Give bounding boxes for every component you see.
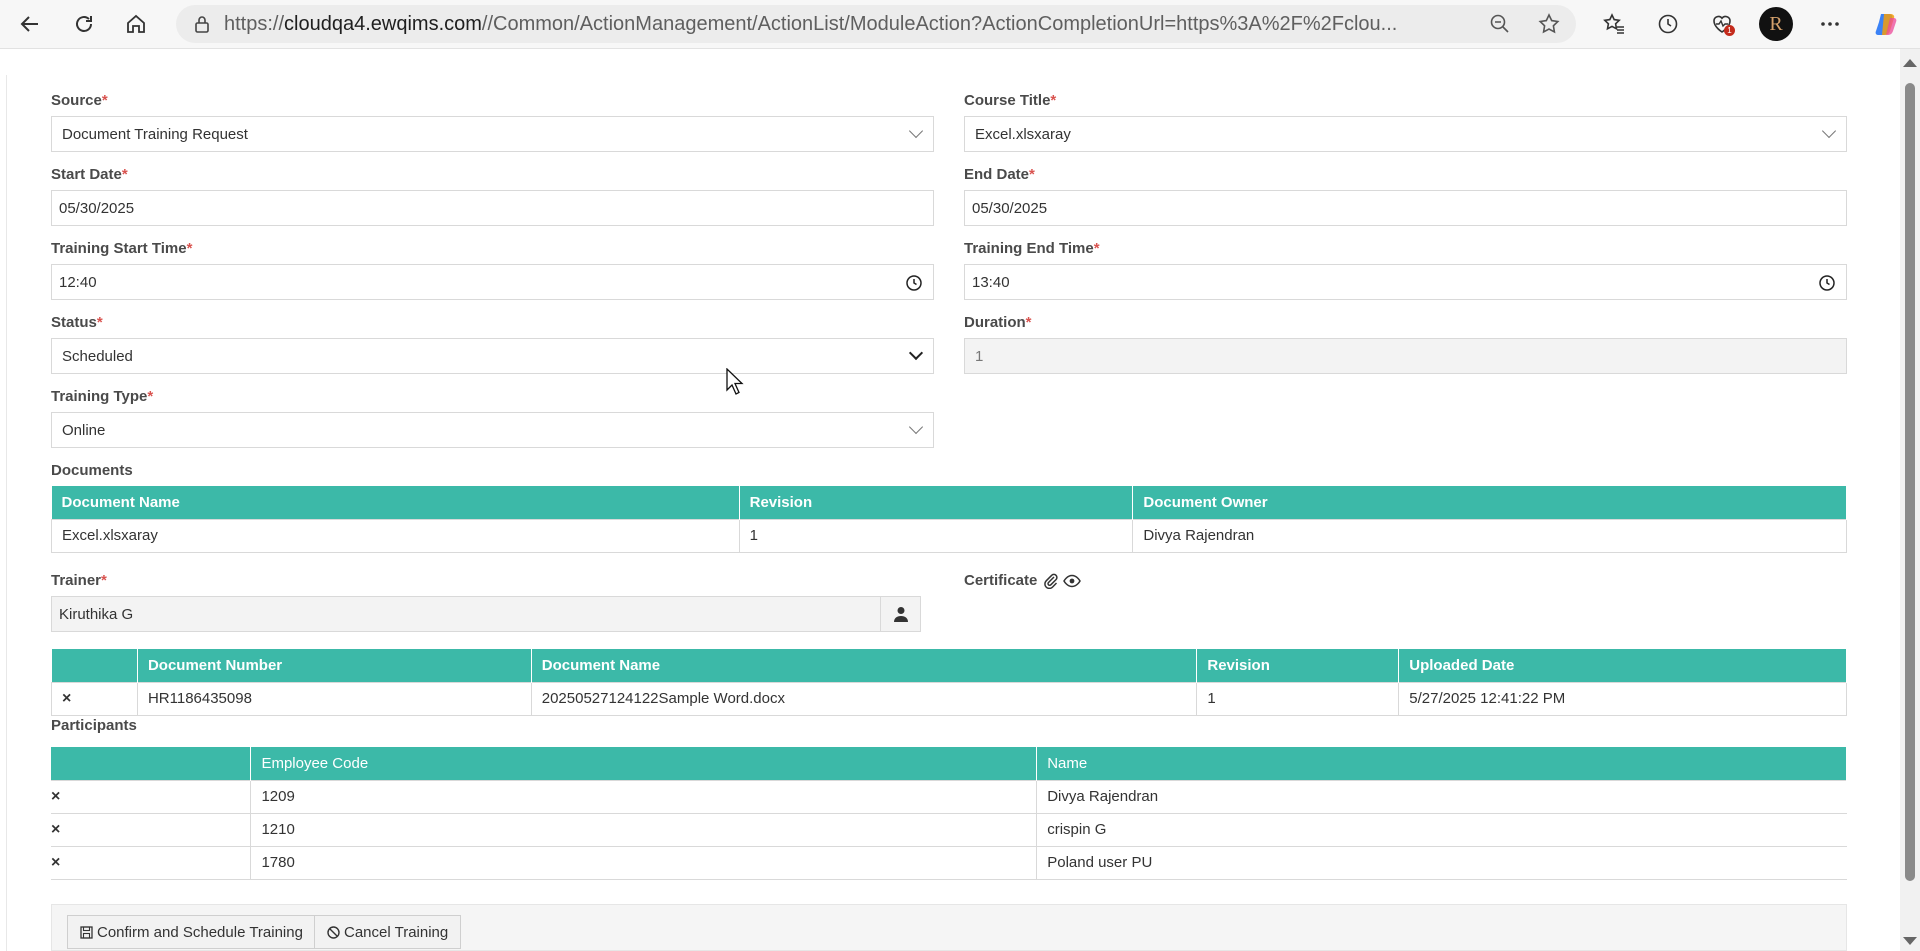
source-select[interactable]: Document Training Request xyxy=(51,116,934,152)
start-date-input[interactable]: 05/30/2025 xyxy=(51,190,934,226)
status-select[interactable]: Scheduled xyxy=(51,338,934,374)
training-end-time-label: Training End Time* xyxy=(964,240,1100,257)
column-header: Revision xyxy=(1196,649,1400,682)
health-icon[interactable]: 1 xyxy=(1704,6,1740,42)
select-trainer-button[interactable] xyxy=(880,596,921,632)
duration-input[interactable]: 1 xyxy=(964,338,1847,374)
notification-badge: 1 xyxy=(1724,25,1735,36)
table-row: × 1209 Divya Rajendran xyxy=(51,779,1847,814)
document-number-link[interactable]: HR1186435098 xyxy=(136,681,532,716)
training-start-time-input[interactable]: 12:40 xyxy=(51,264,934,300)
back-arrow-icon[interactable] xyxy=(12,6,48,42)
favorite-star-icon[interactable] xyxy=(1531,6,1567,42)
revision-cell: 1 xyxy=(1196,681,1400,716)
more-menu-icon[interactable] xyxy=(1812,6,1848,42)
training-type-label: Training Type* xyxy=(51,388,154,405)
eye-icon[interactable] xyxy=(1063,573,1082,589)
revision-cell: 1 xyxy=(738,518,1134,553)
end-date-input[interactable]: 05/30/2025 xyxy=(964,190,1847,226)
history-icon[interactable] xyxy=(1650,6,1686,42)
remove-participant-button[interactable]: × xyxy=(51,812,251,847)
page-scrollbar[interactable] xyxy=(1900,49,1920,951)
remove-certificate-button[interactable]: × xyxy=(51,681,138,716)
employee-code-cell: 1780 xyxy=(250,845,1037,880)
cancel-training-button[interactable]: Cancel Training xyxy=(314,915,462,949)
status-label: Status* xyxy=(51,314,103,331)
table-header-row: Document Name Revision Document Owner xyxy=(51,486,1847,519)
certificates-table: Document Number Document Name Revision U… xyxy=(51,649,1847,716)
participants-label: Participants xyxy=(51,717,137,734)
ban-icon xyxy=(327,925,340,939)
table-header-row: Document Number Document Name Revision U… xyxy=(51,649,1847,682)
lock-icon[interactable] xyxy=(192,14,212,34)
participants-table: Employee Code Name × 1209 Divya Rajendra… xyxy=(51,747,1847,880)
chevron-down-icon xyxy=(908,345,924,361)
table-row: × 1780 Poland user PU xyxy=(51,845,1847,880)
start-date-label: Start Date* xyxy=(51,166,128,183)
table-header-row: Employee Code Name xyxy=(51,747,1847,780)
course-title-label: Course Title* xyxy=(964,92,1057,109)
action-button-bar: Confirm and Schedule Training Cancel Tra… xyxy=(51,904,1847,951)
scrollbar-thumb[interactable] xyxy=(1905,83,1915,881)
clock-icon[interactable] xyxy=(905,274,923,292)
end-date-label: End Date* xyxy=(964,166,1035,183)
trainer-input[interactable]: Kiruthika G xyxy=(51,596,921,632)
profile-avatar[interactable]: R xyxy=(1758,6,1794,42)
column-header: Document Owner xyxy=(1132,486,1847,519)
source-label: Source* xyxy=(51,92,108,109)
document-name-cell: Excel.xlsxaray xyxy=(51,518,740,553)
uploaded-date-cell: 5/27/2025 12:41:22 PM xyxy=(1398,681,1847,716)
browser-toolbar: https://cloudqa4.ewqims.com//Common/Acti… xyxy=(0,0,1920,49)
home-icon[interactable] xyxy=(118,6,154,42)
course-title-select[interactable]: Excel.xlsxaray xyxy=(964,116,1847,152)
training-type-select[interactable]: Online xyxy=(51,412,934,448)
training-start-time-label: Training Start Time* xyxy=(51,240,193,257)
table-row: × 1210 crispin G xyxy=(51,812,1847,847)
save-icon xyxy=(80,925,93,939)
address-bar[interactable]: https://cloudqa4.ewqims.com//Common/Acti… xyxy=(176,5,1576,43)
copilot-icon[interactable] xyxy=(1868,6,1904,42)
chevron-down-icon xyxy=(908,123,924,139)
user-icon xyxy=(893,607,908,622)
table-row: Excel.xlsxaray 1 Divya Rajendran xyxy=(51,518,1847,553)
column-header: Document Number xyxy=(137,649,532,682)
chevron-down-icon xyxy=(1821,123,1837,139)
paperclip-icon[interactable] xyxy=(1043,573,1059,589)
document-name-cell: 20250527124122Sample Word.docx xyxy=(530,681,1198,716)
remove-participant-button[interactable]: × xyxy=(51,845,251,880)
employee-name-cell: crispin G xyxy=(1036,812,1847,847)
column-header xyxy=(51,649,138,682)
column-header: Name xyxy=(1036,747,1847,780)
trainer-label: Trainer* xyxy=(51,572,107,589)
scroll-up-arrow-icon[interactable] xyxy=(1903,59,1917,67)
column-header: Uploaded Date xyxy=(1398,649,1847,682)
employee-code-cell: 1209 xyxy=(250,779,1037,814)
clock-icon[interactable] xyxy=(1818,274,1836,292)
employee-name-cell: Poland user PU xyxy=(1036,845,1847,880)
refresh-icon[interactable] xyxy=(66,6,102,42)
documents-label: Documents xyxy=(51,462,133,479)
confirm-schedule-button[interactable]: Confirm and Schedule Training xyxy=(67,915,316,949)
employee-code-cell: 1210 xyxy=(250,812,1037,847)
table-row: × HR1186435098 20250527124122Sample Word… xyxy=(51,681,1847,716)
column-header: Employee Code xyxy=(250,747,1038,780)
employee-name-cell: Divya Rajendran xyxy=(1036,779,1847,814)
scroll-down-arrow-icon[interactable] xyxy=(1903,937,1917,945)
mouse-cursor-icon xyxy=(726,368,744,395)
column-header xyxy=(51,747,252,780)
zoom-out-icon[interactable] xyxy=(1482,6,1518,42)
url-text[interactable]: https://cloudqa4.ewqims.com//Common/Acti… xyxy=(224,13,1644,36)
column-header: Revision xyxy=(739,486,1134,519)
duration-label: Duration* xyxy=(964,314,1032,331)
document-owner-cell: Divya Rajendran xyxy=(1132,518,1847,553)
certificate-label: Certificate xyxy=(964,572,1082,589)
column-header: Document Name xyxy=(51,486,740,519)
documents-table: Document Name Revision Document Owner Ex… xyxy=(51,486,1847,553)
training-end-time-input[interactable]: 13:40 xyxy=(964,264,1847,300)
chevron-down-icon xyxy=(908,419,924,435)
column-header: Document Name xyxy=(531,649,1198,682)
favorites-icon[interactable] xyxy=(1596,6,1632,42)
remove-participant-button[interactable]: × xyxy=(51,779,251,814)
